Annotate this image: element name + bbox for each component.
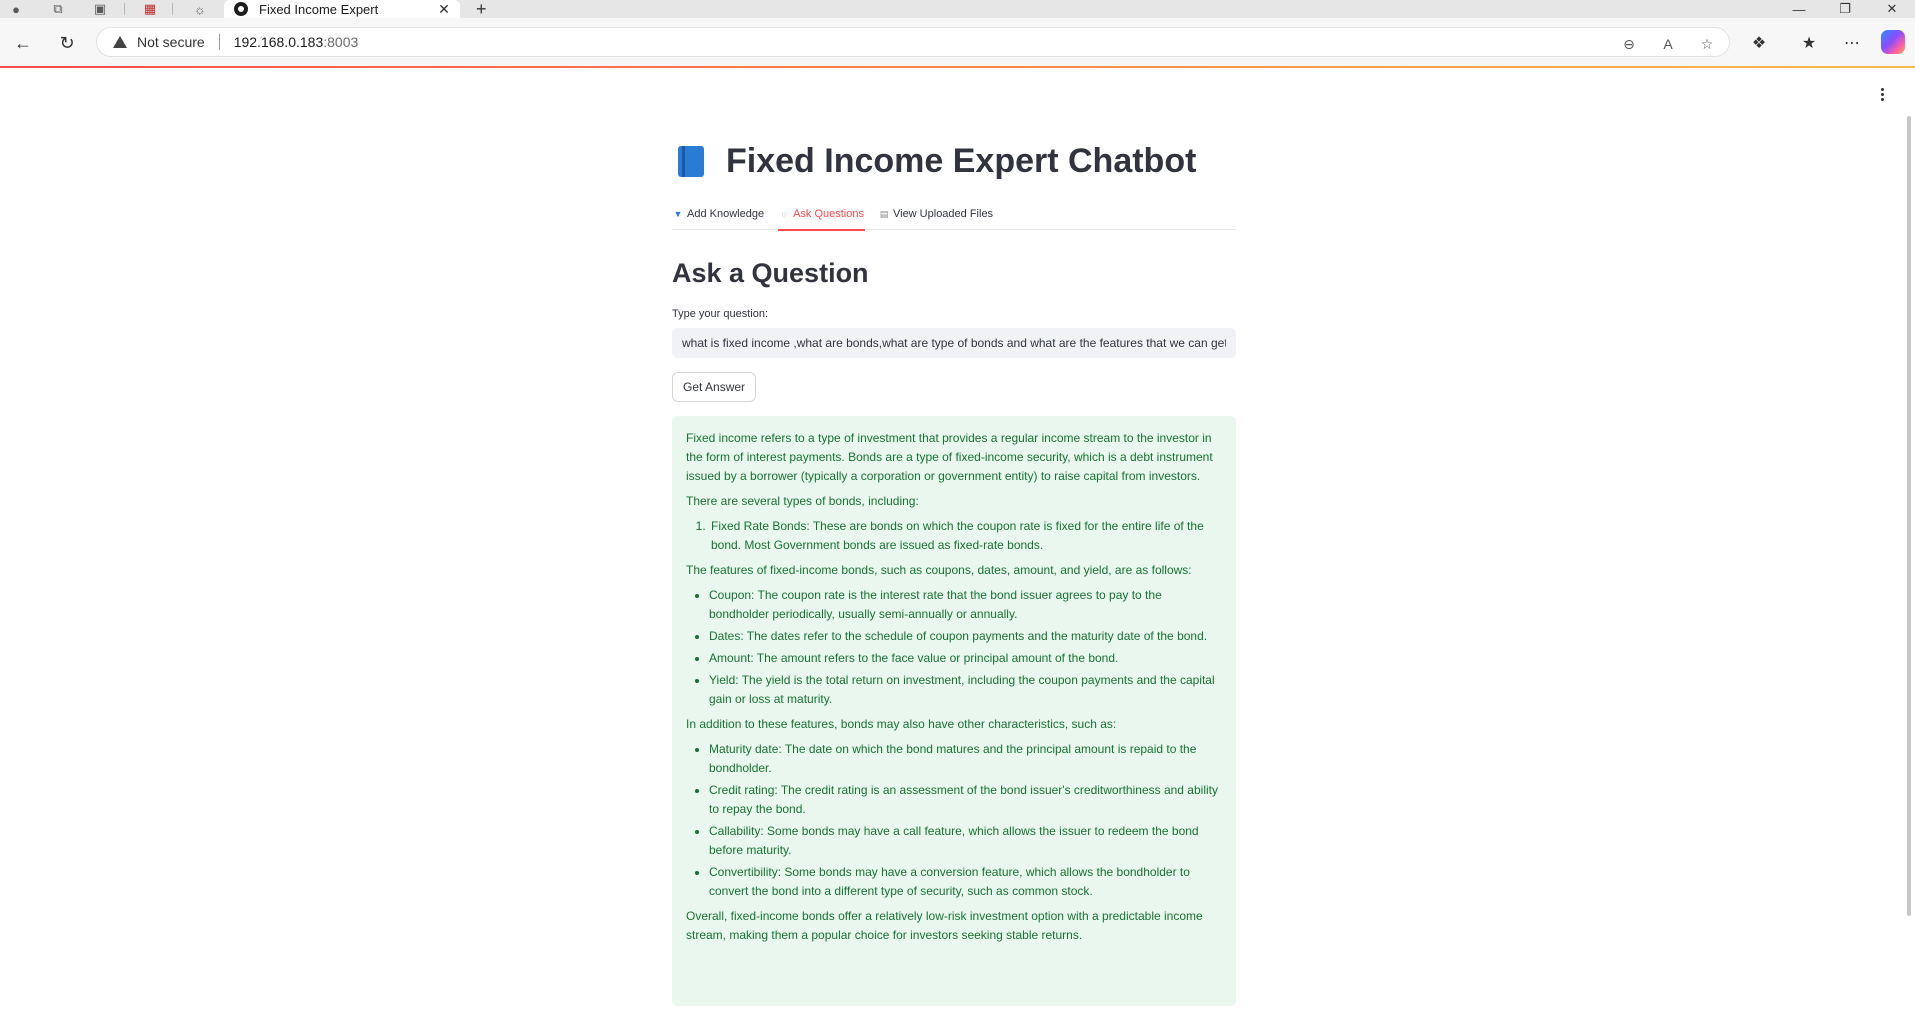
close-tab-icon[interactable]: ✕ xyxy=(434,1,454,18)
list-item: Callability: Some bonds may have a call … xyxy=(709,822,1222,860)
browser-tab-strip: ● ⧉ ▣ ▦ ☼ Fixed Income Expert ✕ + — ❐ ✕ xyxy=(0,0,1915,18)
features-intro: The features of fixed-income bonds, such… xyxy=(686,563,1192,577)
features-list: Coupon: The coupon rate is the interest … xyxy=(686,586,1222,709)
address-bar[interactable]: Not secure 192.168.0.183:8003 ⊖ A ☆ xyxy=(96,27,1730,57)
list-item: Maturity date: The date on which the bon… xyxy=(709,740,1222,778)
tab-label: View Uploaded Files xyxy=(892,208,994,220)
zoom-out-icon[interactable]: ⊖ xyxy=(1620,35,1638,53)
document-icon: ▤ xyxy=(879,208,889,219)
section-heading: Ask a Question xyxy=(672,258,869,288)
question-input[interactable] xyxy=(672,328,1236,358)
list-item: Coupon: The coupon rate is the interest … xyxy=(709,586,1222,624)
tab-separator xyxy=(124,3,125,15)
tab-view-uploaded-files[interactable]: ▤ View Uploaded Files xyxy=(878,198,994,230)
main-menu-icon[interactable] xyxy=(1872,84,1892,104)
new-tab-icon[interactable]: + xyxy=(476,0,487,18)
address-divider xyxy=(218,34,220,50)
bond-types-intro: There are several types of bonds, includ… xyxy=(686,494,919,508)
url-host[interactable]: 192.168.0.183 xyxy=(234,34,324,50)
list-item: Dates: The dates refer to the schedule o… xyxy=(709,627,1222,646)
close-window-icon[interactable]: ✕ xyxy=(1869,0,1915,18)
copilot-icon[interactable] xyxy=(1881,30,1905,54)
tab-list: ▼ Add Knowledge ○ Ask Questions ▤ View U… xyxy=(672,198,1236,231)
inbox-tray-icon: ▼ xyxy=(673,209,683,219)
streamlit-favicon-icon xyxy=(234,2,248,16)
tab-ask-questions[interactable]: ○ Ask Questions xyxy=(778,198,865,231)
tab-add-knowledge[interactable]: ▼ Add Knowledge xyxy=(672,198,765,230)
other-characteristics-intro: In addition to these features, bonds may… xyxy=(686,717,1117,731)
page-scrollbar[interactable] xyxy=(1907,116,1911,916)
favorites-icon[interactable]: ★ xyxy=(1796,30,1822,56)
other-characteristics-list: Maturity date: The date on which the bon… xyxy=(686,740,1222,901)
active-browser-tab[interactable]: Fixed Income Expert ✕ xyxy=(224,0,460,18)
favorite-star-icon[interactable]: ☆ xyxy=(1698,35,1716,53)
more-menu-icon[interactable]: ⋯ xyxy=(1839,30,1865,56)
list-item: Convertibility: Some bonds may have a co… xyxy=(709,863,1222,901)
tab-actions-icon[interactable]: ▣ xyxy=(88,0,112,18)
page-title-text: Fixed Income Expert Chatbot xyxy=(726,142,1197,180)
blue-book-icon xyxy=(676,145,706,179)
tab-separator xyxy=(172,3,173,15)
answer-conclusion: Overall, fixed-income bonds offer a rela… xyxy=(686,909,1203,942)
list-item: Fixed Rate Bonds: These are bonds on whi… xyxy=(709,517,1222,555)
list-item: Credit rating: The credit rating is an a… xyxy=(709,781,1222,819)
question-input-label: Type your question: xyxy=(672,308,769,320)
warning-icon xyxy=(113,36,127,48)
read-aloud-icon[interactable]: A xyxy=(1659,35,1677,53)
answer-success-box: Fixed income refers to a type of investm… xyxy=(672,416,1236,1006)
tab-label: Add Knowledge xyxy=(687,208,765,220)
profile-icon[interactable]: ● xyxy=(4,0,28,18)
bond-types-list: Fixed Rate Bonds: These are bonds on whi… xyxy=(686,517,1222,555)
list-item: Yield: The yield is the total return on … xyxy=(709,671,1222,709)
get-answer-button[interactable]: Get Answer xyxy=(672,372,757,402)
globe-tab-icon[interactable]: ☼ xyxy=(188,0,212,18)
browser-toolbar: ← ↻ Not secure 192.168.0.183:8003 ⊖ A ☆ … xyxy=(0,18,1915,66)
tab-title: Fixed Income Expert xyxy=(259,1,379,17)
minimize-window-icon[interactable]: — xyxy=(1776,0,1822,18)
restore-window-icon[interactable]: ❐ xyxy=(1822,0,1868,18)
page-title: Fixed Income Expert Chatbot xyxy=(676,142,1196,181)
back-icon[interactable]: ← xyxy=(10,30,36,56)
list-item: Amount: The amount refers to the face va… xyxy=(709,649,1222,668)
answer-intro: Fixed income refers to a type of investm… xyxy=(686,431,1213,483)
speech-bubble-icon: ○ xyxy=(781,209,787,219)
tab-label: Ask Questions xyxy=(793,208,864,220)
reload-icon[interactable]: ↻ xyxy=(54,30,80,56)
streamlit-app: Fixed Income Expert Chatbot ▼ Add Knowle… xyxy=(0,68,1915,1017)
extensions-icon[interactable]: ❖ xyxy=(1746,30,1772,56)
pdf-tab-icon[interactable]: ▦ xyxy=(138,0,162,18)
security-label[interactable]: Not secure xyxy=(137,34,205,50)
workspaces-icon[interactable]: ⧉ xyxy=(46,0,70,18)
url-port[interactable]: :8003 xyxy=(323,34,358,50)
